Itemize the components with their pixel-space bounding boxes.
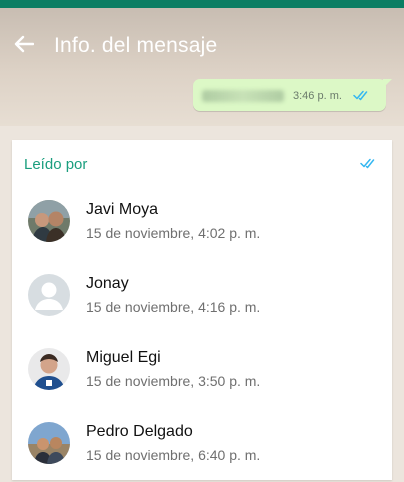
double-check-icon [353, 90, 368, 101]
read-by-entry[interactable]: Javi Moya 15 de noviembre, 4:02 p. m. [12, 200, 392, 260]
default-avatar-icon [28, 274, 70, 316]
read-by-panel: Leído por Javi Moya 15 de noviembre, 4:0… [12, 140, 392, 480]
read-by-entry[interactable]: Jonay 15 de noviembre, 4:16 p. m. [12, 274, 392, 334]
contact-name: Jonay [86, 275, 129, 292]
avatar [28, 348, 70, 390]
message-text-blurred [202, 90, 284, 102]
arrow-left-icon [14, 35, 34, 53]
contact-name: Pedro Delgado [86, 423, 193, 440]
message-bubble[interactable]: 3:46 p. m. [193, 79, 392, 111]
read-time: 15 de noviembre, 4:16 p. m. [86, 299, 261, 315]
contact-name: Miguel Egi [86, 349, 161, 366]
bubble-tail [383, 79, 392, 88]
page-title: Info. del mensaje [54, 34, 218, 57]
status-bar [0, 0, 404, 8]
read-time: 15 de noviembre, 4:02 p. m. [86, 225, 261, 241]
message-time: 3:46 p. m. [293, 90, 342, 102]
read-time: 15 de noviembre, 3:50 p. m. [86, 373, 261, 389]
contact-name: Javi Moya [86, 201, 159, 218]
read-by-entry[interactable]: Pedro Delgado 15 de noviembre, 6:40 p. m… [12, 422, 392, 482]
read-by-title: Leído por [24, 156, 88, 173]
avatar [28, 422, 70, 464]
back-button[interactable] [10, 30, 38, 58]
read-by-entry[interactable]: Miguel Egi 15 de noviembre, 3:50 p. m. [12, 348, 392, 408]
double-check-icon [360, 158, 375, 169]
header: Info. del mensaje 3:46 p. m. [0, 8, 404, 126]
avatar [28, 200, 70, 242]
read-time: 15 de noviembre, 6:40 p. m. [86, 447, 261, 463]
